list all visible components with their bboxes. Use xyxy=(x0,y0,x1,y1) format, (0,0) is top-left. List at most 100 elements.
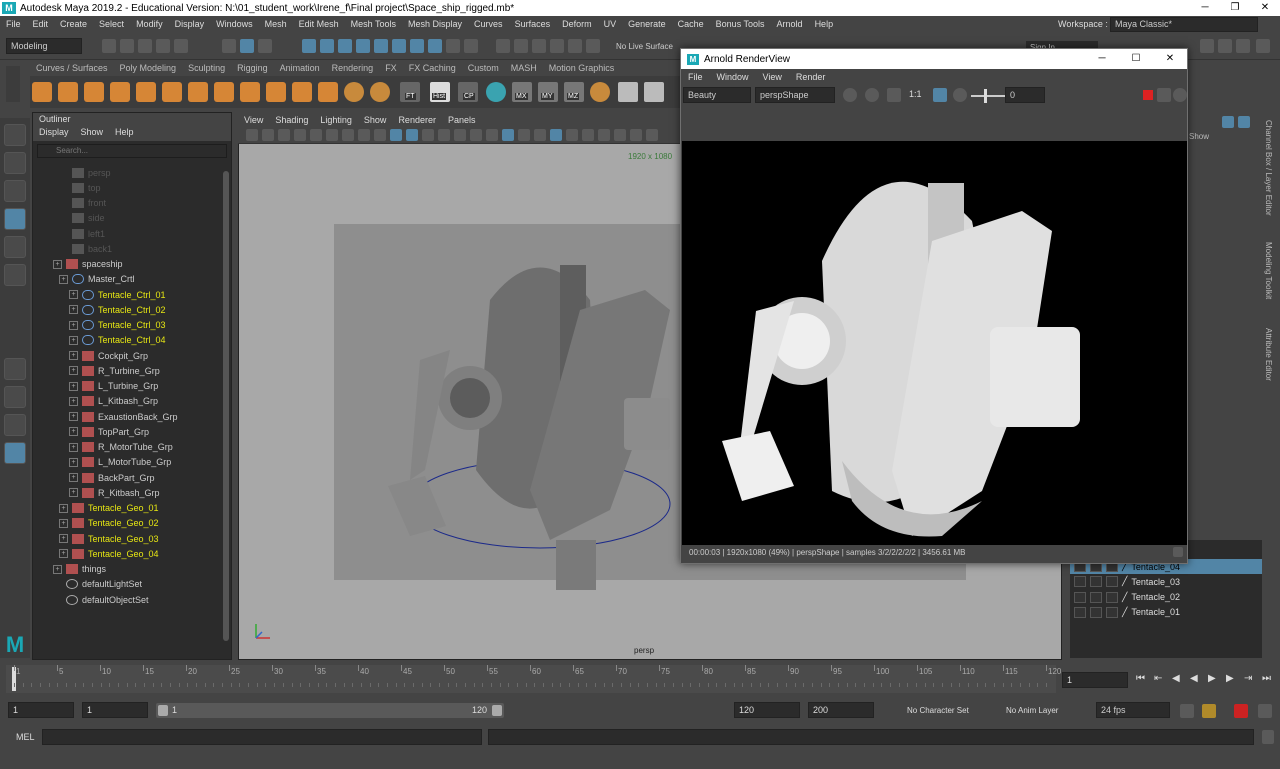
playback-end-field[interactable]: 120 xyxy=(734,702,800,718)
range-slider-right-handle[interactable] xyxy=(492,705,502,716)
outliner-item-r-motortube-grp[interactable]: + R_MotorTube_Grp xyxy=(69,440,173,455)
step-forward-frame-icon[interactable]: ▶︎ xyxy=(1226,673,1240,687)
shelf-tab-sculpting[interactable]: Sculpting xyxy=(182,62,231,76)
outliner-item-left1[interactable]: left1 xyxy=(59,226,105,241)
poly-cone-icon[interactable] xyxy=(110,82,130,102)
anim-layer-dropdown[interactable]: No Anim Layer xyxy=(1006,706,1058,715)
expand-icon[interactable]: + xyxy=(59,503,68,513)
layer-row[interactable]: ╱ Tentacle_03 xyxy=(1070,574,1262,589)
layer-visibility-toggle[interactable] xyxy=(1074,606,1086,618)
viewport-tool-icon-2[interactable] xyxy=(262,129,274,141)
arnold-menu-render[interactable]: Render xyxy=(789,72,833,82)
animation-end-field[interactable]: 200 xyxy=(808,702,874,718)
stop-render-icon[interactable] xyxy=(1143,90,1153,100)
viewport-menu-view[interactable]: View xyxy=(238,114,269,128)
outliner-scrollbar[interactable] xyxy=(223,171,229,641)
outliner-item-back1[interactable]: back1 xyxy=(59,241,112,256)
expand-icon[interactable]: + xyxy=(69,335,78,345)
move-tool-icon[interactable] xyxy=(4,208,26,230)
outliner-item-top[interactable]: top xyxy=(59,180,101,195)
loop-icon[interactable] xyxy=(1180,704,1194,718)
snap-help-icon[interactable] xyxy=(428,39,442,53)
outliner-item-persp[interactable]: persp xyxy=(59,165,111,180)
play-forward-icon[interactable]: ▶ xyxy=(1208,673,1222,687)
shelf-tab-fx[interactable]: FX xyxy=(379,62,403,76)
camera-dropdown[interactable]: perspShape xyxy=(755,87,835,103)
snap-curve-icon[interactable] xyxy=(320,39,334,53)
menu-display[interactable]: Display xyxy=(169,19,211,29)
time-slider[interactable]: 1 5 10 15 20 25 30 35 40 45 50 55 60 65 70 75 80 85 90 95 10… xyxy=(6,665,1061,693)
outliner-search-input[interactable]: Search... xyxy=(37,144,227,158)
poly-cylinder-icon[interactable] xyxy=(84,82,104,102)
outliner-item-exaustionback-grp[interactable]: + ExaustionBack_Grp xyxy=(69,409,178,424)
outliner-menu-show[interactable]: Show xyxy=(75,127,110,141)
viewport-tool-icon-22[interactable] xyxy=(582,129,594,141)
auto-key-icon[interactable] xyxy=(1202,704,1216,718)
expand-icon[interactable]: + xyxy=(59,549,68,559)
exposure-field[interactable]: 0 xyxy=(1005,87,1045,103)
shading-icon[interactable] xyxy=(618,82,638,102)
layer-playback-toggle[interactable] xyxy=(1090,576,1102,588)
modeling-toolkit-toggle-icon[interactable] xyxy=(1256,39,1270,53)
shelf-tab-mash[interactable]: MASH xyxy=(505,62,543,76)
crop-region-icon[interactable] xyxy=(933,88,947,102)
anim-prefs-icon[interactable] xyxy=(1234,704,1248,718)
outliner-item-tentacle-geo-03[interactable]: + Tentacle_Geo_03 xyxy=(59,531,159,546)
menu-edit-mesh[interactable]: Edit Mesh xyxy=(293,19,345,29)
channel-box-show-menu[interactable]: Show xyxy=(1189,132,1209,141)
history-icon[interactable] xyxy=(464,39,478,53)
poly-torus-icon[interactable] xyxy=(136,82,156,102)
select-component-icon[interactable] xyxy=(258,39,272,53)
channel-box-icon-1[interactable] xyxy=(1222,116,1234,128)
status-expand-icon[interactable] xyxy=(1173,547,1183,557)
viewport-tool-icon-19[interactable] xyxy=(534,129,546,141)
current-frame-field[interactable]: 1 xyxy=(1062,672,1128,688)
ipr-render-icon[interactable] xyxy=(532,39,546,53)
lock-icon[interactable] xyxy=(446,39,460,53)
platonic-solid-icon[interactable] xyxy=(214,82,234,102)
rotate-tool-icon[interactable] xyxy=(4,236,26,258)
step-forward-key-icon[interactable]: ⇥ xyxy=(1244,673,1258,687)
restore-button[interactable]: ❐ xyxy=(1220,0,1250,16)
paint-select-icon[interactable] xyxy=(4,180,26,202)
single-view-icon[interactable] xyxy=(4,358,26,380)
shelf-tab-rigging[interactable]: Rigging xyxy=(231,62,274,76)
menu-deform[interactable]: Deform xyxy=(556,19,598,29)
outliner-item-front[interactable]: front xyxy=(59,196,106,211)
construction-history-icon[interactable] xyxy=(496,39,510,53)
layers-icon[interactable] xyxy=(644,82,664,102)
outliner-item-tentacle-ctrl-01[interactable]: + Tentacle_Ctrl_01 xyxy=(69,287,166,302)
outliner-item-defaultlightset[interactable]: defaultLightSet xyxy=(53,577,142,592)
outliner-item-tentacle-geo-04[interactable]: + Tentacle_Geo_04 xyxy=(59,546,159,561)
outliner-item-cockpit-grp[interactable]: + Cockpit_Grp xyxy=(69,348,148,363)
outliner-menu-help[interactable]: Help xyxy=(109,127,140,141)
viewport-tool-icon-13[interactable] xyxy=(438,129,450,141)
arnold-menu-window[interactable]: Window xyxy=(710,72,756,82)
viewport-tool-icon-3[interactable] xyxy=(278,129,290,141)
expand-icon[interactable]: + xyxy=(69,351,78,360)
range-slider-left-handle[interactable] xyxy=(158,705,168,716)
sound-icon[interactable] xyxy=(1157,88,1171,102)
snap-edge-icon[interactable] xyxy=(410,39,424,53)
snap-grid-icon[interactable] xyxy=(302,39,316,53)
menu-windows[interactable]: Windows xyxy=(210,19,259,29)
live-surface-label[interactable]: No Live Surface xyxy=(616,42,673,51)
expand-icon[interactable]: + xyxy=(69,290,78,299)
viewport-menu-shading[interactable]: Shading xyxy=(269,114,314,128)
exposure-slider-handle[interactable] xyxy=(984,89,987,103)
shelf-tab-poly-modeling[interactable]: Poly Modeling xyxy=(114,62,183,76)
outliner-item-backpart-grp[interactable]: + BackPart_Grp xyxy=(69,470,155,485)
undo-icon[interactable] xyxy=(156,39,170,53)
menu-create[interactable]: Create xyxy=(54,19,93,29)
display-settings-icon[interactable] xyxy=(953,88,967,102)
expand-icon[interactable]: + xyxy=(53,259,62,269)
menu-mesh-display[interactable]: Mesh Display xyxy=(402,19,468,29)
viewport-tool-icon-25[interactable] xyxy=(630,129,642,141)
viewport-menu-renderer[interactable]: Renderer xyxy=(392,114,442,128)
expand-icon[interactable]: + xyxy=(69,320,78,330)
preferences-icon[interactable] xyxy=(1258,704,1272,718)
attribute-editor-tab[interactable]: Attribute Editor xyxy=(1264,328,1273,381)
outliner-menu-display[interactable]: Display xyxy=(33,127,75,141)
viewport-tool-icon-1[interactable] xyxy=(246,129,258,141)
expand-icon[interactable]: + xyxy=(59,518,68,528)
